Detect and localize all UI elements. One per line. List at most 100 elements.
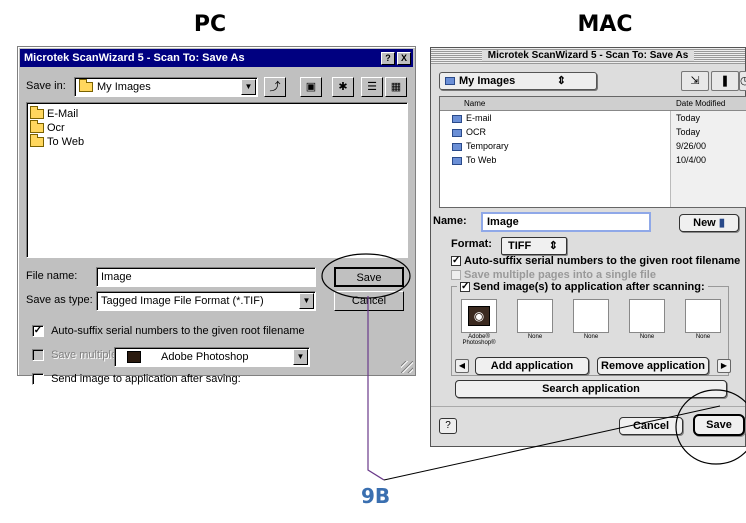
pc-title-bar: Microtek ScanWizard 5 - Scan To: Save As… [20,49,413,67]
name-column-header[interactable]: Name [464,97,485,111]
location-value: My Images [459,75,516,87]
name-label: Name: [433,215,467,227]
pc-heading: PC [193,12,227,37]
help-icon[interactable]: ? [439,418,457,434]
send-image-option[interactable]: ✓ Send image(s) to application after scan… [457,281,708,293]
file-list[interactable]: E-Mail Ocr To Web [26,102,408,258]
chevron-down-icon[interactable]: ▼ [293,349,308,365]
mac-dialog-title: Microtek ScanWizard 5 - Scan To: Save As [481,50,695,61]
details-view-icon[interactable]: ▦ [385,77,407,97]
save-multiple-checkbox [32,349,44,362]
save-as-type-value: Tagged Image File Format (*.TIF) [101,295,264,307]
application-dropdown[interactable]: Adobe Photoshop ▼ [114,347,310,367]
file-date: Today [676,127,701,137]
help-button[interactable]: ? [381,52,395,65]
format-label: Format: [451,238,492,250]
list-item[interactable]: E-Mail [30,106,404,121]
recent-icon[interactable]: ◷ [739,71,746,91]
format-value: TIFF [508,240,532,252]
file-date: Today [676,113,701,123]
location-popup[interactable]: My Images ⇕ [439,72,597,90]
chevron-down-icon[interactable]: ▼ [241,79,256,95]
mac-heading: MAC [577,12,633,37]
close-button[interactable]: X [397,52,411,65]
app-slot-photoshop[interactable]: ◉ [461,299,497,333]
table-row[interactable]: Temporary 9/26/00 [440,139,746,153]
photoshop-eye-icon: ◉ [468,306,490,326]
file-date: 10/4/00 [676,155,707,165]
favorites-icon[interactable]: ❚ [711,71,739,91]
file-name: To Web [466,155,497,165]
save-button[interactable]: Save [334,267,404,287]
send-image-checkbox[interactable]: ✓ [460,282,470,293]
folder-icon [452,142,462,151]
new-folder-icon[interactable]: ✱ [332,77,354,97]
folder-icon [30,120,44,133]
save-button[interactable]: Save [693,414,745,436]
table-row[interactable]: To Web 10/4/00 [440,153,746,167]
new-button-label: New [693,217,716,229]
divider [431,406,745,407]
auto-suffix-checkbox[interactable]: ✓ [32,325,44,338]
folder-icon [452,128,462,137]
app-slot[interactable] [629,299,665,333]
search-application-button[interactable]: Search application [455,380,727,398]
save-as-type-label: Save as type: [26,294,93,306]
send-image-label: Send image to application after saving: [51,373,241,385]
desktop-icon[interactable]: ▣ [300,77,322,97]
cancel-button[interactable]: Cancel [619,417,683,435]
app-slot[interactable] [517,299,553,333]
save-as-type-dropdown[interactable]: Tagged Image File Format (*.TIF) ▼ [96,291,316,311]
add-application-button[interactable]: Add application [475,357,589,375]
up-folder-icon[interactable]: ⤴ [264,77,286,97]
photoshop-icon [127,351,141,364]
app-name: None [527,334,543,340]
send-image-checkbox[interactable] [32,373,44,386]
save-multiple-option: Save multiple pages into a single file [451,269,656,281]
app-name: None [639,334,655,340]
app-slot[interactable] [685,299,721,333]
remove-application-button[interactable]: Remove application [597,357,709,375]
folder-name: Ocr [47,122,65,134]
app-slot[interactable] [573,299,609,333]
folder-icon [30,134,44,147]
table-row[interactable]: OCR Today [440,125,746,139]
auto-suffix-label: Auto-suffix serial numbers to the given … [464,255,741,267]
mac-file-list[interactable]: Name Date Modified E-mail Today OCR Today … [439,96,746,208]
auto-suffix-option[interactable]: ✓ Auto-suffix serial numbers to the given… [451,255,740,267]
list-view-icon[interactable]: ☰ [361,77,383,97]
resize-grip-icon[interactable] [401,361,413,373]
shortcuts-icon[interactable]: ⇲ [681,71,709,91]
send-image-option[interactable]: Send image to application after saving: [32,373,241,386]
pc-save-dialog: Microtek ScanWizard 5 - Scan To: Save As… [17,46,416,386]
callout-label: 9B [361,484,391,508]
file-name: Temporary [466,141,509,151]
cancel-button[interactable]: Cancel [334,291,404,311]
auto-suffix-option[interactable]: ✓ Auto-suffix serial numbers to the give… [32,325,305,338]
folder-icon [452,156,462,165]
folder-name: To Web [47,136,85,148]
list-item[interactable]: To Web [30,134,404,149]
name-input[interactable]: Image [481,212,651,232]
scroll-left-icon[interactable]: ◀ [455,359,469,373]
new-folder-button[interactable]: New ▮ [679,214,739,232]
folder-name: E-Mail [47,108,79,120]
chevron-down-icon[interactable]: ▼ [299,293,314,309]
table-row[interactable]: E-mail Today [440,111,746,125]
list-item[interactable]: Ocr [30,120,404,135]
scroll-right-icon[interactable]: ▶ [717,359,731,373]
application-value: Adobe Photoshop [161,351,249,363]
file-name-input[interactable]: Image [96,267,316,287]
app-name: None [583,334,599,340]
save-in-dropdown[interactable]: My Images ▼ [74,77,258,97]
auto-suffix-label: Auto-suffix serial numbers to the given … [51,325,305,337]
list-header: Name Date Modified [440,97,746,111]
auto-suffix-checkbox[interactable]: ✓ [451,256,461,267]
format-popup[interactable]: TIFF ⇕ [501,237,567,255]
save-multiple-label: Save multiple pages into a single file [464,269,656,281]
file-name: E-mail [466,113,492,123]
file-name-label: File name: [26,270,78,282]
date-column-header[interactable]: Date Modified [676,97,725,111]
pc-dialog-title: Microtek ScanWizard 5 - Scan To: Save As [24,52,245,64]
file-date: 9/26/00 [676,141,707,151]
